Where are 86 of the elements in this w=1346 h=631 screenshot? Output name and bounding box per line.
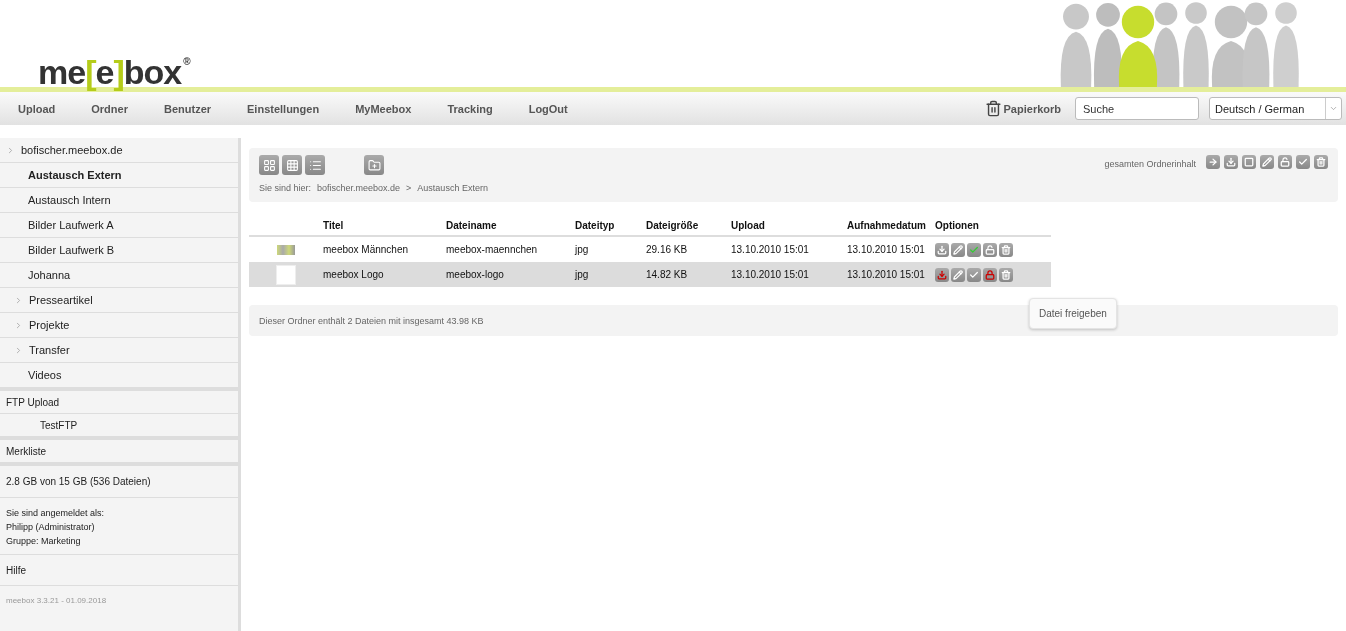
table-cell: 29.16 KB xyxy=(646,244,688,255)
folder-item[interactable]: Austausch Extern xyxy=(0,163,238,188)
download-button[interactable] xyxy=(1224,155,1238,169)
version-text: meebox 3.3.21 - 01.09.2018 xyxy=(5,595,108,607)
expand-icon[interactable] xyxy=(14,295,23,305)
nav-link[interactable]: Upload xyxy=(18,102,56,115)
table-row[interactable]: meebox Logo meebox-logo jpg 14.82 KB 13.10.2010 15:01 13.10.2010 15:01 xyxy=(249,262,1051,287)
login-info: Sie sind angemeldet als: xyxy=(6,508,106,518)
delete-button[interactable] xyxy=(1314,155,1328,169)
column-header: Optionen xyxy=(935,220,979,231)
watchlist-link[interactable]: Merkliste xyxy=(0,440,238,463)
table-cell: meebox-logo xyxy=(446,269,504,280)
folder-item[interactable]: Bilder Laufwerk B xyxy=(0,238,238,263)
unlock-button[interactable] xyxy=(1278,155,1292,169)
view-button[interactable] xyxy=(259,155,279,175)
column-header: Aufnahmedatum xyxy=(847,220,926,231)
check-icon xyxy=(1298,157,1308,167)
ftp-item[interactable]: TestFTP xyxy=(0,414,238,437)
download-icon xyxy=(1226,157,1236,167)
folder-item[interactable]: bofischer.meebox.de xyxy=(0,138,238,163)
thumbnail-image xyxy=(276,264,296,285)
column-header: Upload xyxy=(731,220,765,231)
folder-item[interactable]: Bilder Laufwerk A xyxy=(0,213,238,238)
trash-icon xyxy=(1316,157,1326,167)
column-header: Dateityp xyxy=(575,220,615,231)
nav-link[interactable]: Tracking xyxy=(447,102,493,115)
view-button[interactable] xyxy=(282,155,302,175)
table-cell: meebox-maennchen xyxy=(446,244,538,255)
folder-item[interactable]: Austausch Intern xyxy=(0,188,238,213)
column-header: Dateiname xyxy=(446,220,497,231)
move-button[interactable] xyxy=(1206,155,1220,169)
edit-button[interactable] xyxy=(1260,155,1274,169)
breadcrumb-separator: > xyxy=(406,183,412,193)
table-cell: 13.10.2010 15:01 xyxy=(847,269,925,280)
folder-plus-icon xyxy=(367,158,381,172)
table-cell: 14.82 KB xyxy=(646,269,688,280)
arrow-right-icon xyxy=(1208,157,1218,167)
table-cell: 13.10.2010 15:01 xyxy=(731,244,809,255)
new-folder-button[interactable] xyxy=(364,155,384,175)
nav-link[interactable]: Benutzer xyxy=(163,102,212,115)
language-select[interactable]: Deutsch / German xyxy=(1209,97,1342,120)
nav-link[interactable]: LogOut xyxy=(528,102,568,115)
select-button[interactable] xyxy=(1242,155,1256,169)
trash-icon xyxy=(984,100,1002,117)
ftp-upload-link[interactable]: FTP Upload xyxy=(0,391,238,414)
table-cell: meebox Männchen xyxy=(323,244,409,255)
folder-actions-label: gesamten Ordnerinhalt xyxy=(1104,159,1196,169)
check-button[interactable] xyxy=(1296,155,1310,169)
folder-summary: Dieser Ordner enthält 2 Dateien mit insgesamt 43.98 KB xyxy=(259,315,484,326)
search-field[interactable]: Suche xyxy=(1075,97,1199,120)
expand-icon[interactable] xyxy=(14,345,23,355)
view-button[interactable] xyxy=(305,155,325,175)
trash-link[interactable]: Papierkorb xyxy=(984,100,1061,117)
thumbnail-image xyxy=(277,244,295,255)
folder-item[interactable]: Presseartikel xyxy=(0,288,238,313)
folder-item[interactable]: Videos xyxy=(0,363,238,388)
expand-icon[interactable] xyxy=(14,320,23,330)
breadcrumb-link[interactable]: bofischer.meebox.de xyxy=(317,183,401,193)
table-cell: jpg xyxy=(575,269,589,280)
folder-item[interactable]: Johanna xyxy=(0,263,238,288)
table-cell: 13.10.2010 15:01 xyxy=(731,269,809,280)
login-info: Philipp (Administrator) xyxy=(6,522,96,532)
breadcrumb-link[interactable]: Austausch Extern xyxy=(417,183,488,193)
folder-item[interactable]: Projekte xyxy=(0,313,238,338)
column-header: Dateigröße xyxy=(646,220,699,231)
nav-link[interactable]: Einstellungen xyxy=(247,102,320,115)
breadcrumb-label: Sie sind hier: xyxy=(259,183,312,193)
square-icon xyxy=(1244,157,1254,167)
expand-icon[interactable] xyxy=(6,145,15,155)
pencil-icon xyxy=(1262,157,1272,167)
nav-link[interactable]: Ordner xyxy=(91,102,128,115)
storage-usage: 2.8 GB von 15 GB (536 Dateien) xyxy=(0,466,238,498)
table-cell: jpg xyxy=(575,244,589,255)
login-info: Gruppe: Marketing xyxy=(6,536,82,546)
grid-icon xyxy=(285,158,299,172)
grid-icon xyxy=(262,158,276,172)
unlock-icon xyxy=(1280,157,1290,167)
dropdown-icon xyxy=(1329,104,1338,113)
table-cell: 13.10.2010 15:01 xyxy=(847,244,925,255)
help-link[interactable]: Hilfe xyxy=(0,555,238,586)
table-cell: meebox Logo xyxy=(323,269,384,280)
column-header: Titel xyxy=(323,220,344,231)
folder-item[interactable]: Transfer xyxy=(0,338,238,363)
list-icon xyxy=(308,158,322,172)
tooltip: Datei freigeben xyxy=(1029,298,1117,329)
nav-link[interactable]: MyMeebox xyxy=(355,102,412,115)
